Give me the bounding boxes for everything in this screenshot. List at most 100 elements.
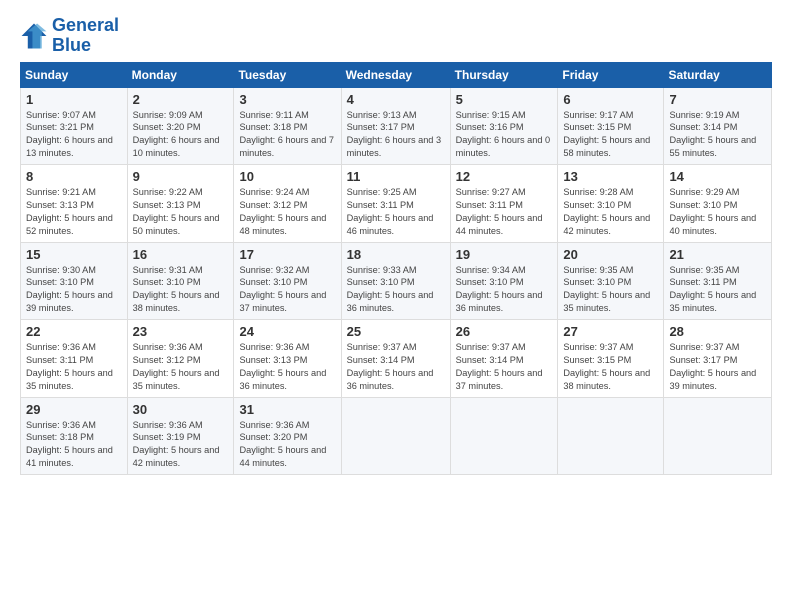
day-info: Sunrise: 9:13 AMSunset: 3:17 PMDaylight:… (347, 109, 445, 161)
day-info: Sunrise: 9:36 AMSunset: 3:11 PMDaylight:… (26, 341, 122, 393)
day-info: Sunrise: 9:36 AMSunset: 3:20 PMDaylight:… (239, 419, 335, 471)
day-cell: 25 Sunrise: 9:37 AMSunset: 3:14 PMDaylig… (341, 320, 450, 398)
day-cell: 17 Sunrise: 9:32 AMSunset: 3:10 PMDaylig… (234, 242, 341, 320)
day-info: Sunrise: 9:37 AMSunset: 3:17 PMDaylight:… (669, 341, 766, 393)
day-number: 22 (26, 324, 122, 339)
day-cell (341, 397, 450, 475)
day-number: 7 (669, 92, 766, 107)
day-info: Sunrise: 9:28 AMSunset: 3:10 PMDaylight:… (563, 186, 658, 238)
day-info: Sunrise: 9:34 AMSunset: 3:10 PMDaylight:… (456, 264, 553, 316)
day-info: Sunrise: 9:37 AMSunset: 3:15 PMDaylight:… (563, 341, 658, 393)
weekday-header-tuesday: Tuesday (234, 62, 341, 87)
day-number: 9 (133, 169, 229, 184)
day-cell: 27 Sunrise: 9:37 AMSunset: 3:15 PMDaylig… (558, 320, 664, 398)
day-info: Sunrise: 9:32 AMSunset: 3:10 PMDaylight:… (239, 264, 335, 316)
day-info: Sunrise: 9:25 AMSunset: 3:11 PMDaylight:… (347, 186, 445, 238)
day-info: Sunrise: 9:27 AMSunset: 3:11 PMDaylight:… (456, 186, 553, 238)
day-number: 26 (456, 324, 553, 339)
day-cell: 9 Sunrise: 9:22 AMSunset: 3:13 PMDayligh… (127, 165, 234, 243)
week-row-4: 22 Sunrise: 9:36 AMSunset: 3:11 PMDaylig… (21, 320, 772, 398)
header: General Blue (20, 16, 772, 56)
day-number: 25 (347, 324, 445, 339)
day-number: 8 (26, 169, 122, 184)
day-cell: 14 Sunrise: 9:29 AMSunset: 3:10 PMDaylig… (664, 165, 772, 243)
day-info: Sunrise: 9:24 AMSunset: 3:12 PMDaylight:… (239, 186, 335, 238)
day-cell: 30 Sunrise: 9:36 AMSunset: 3:19 PMDaylig… (127, 397, 234, 475)
day-info: Sunrise: 9:36 AMSunset: 3:19 PMDaylight:… (133, 419, 229, 471)
weekday-header-friday: Friday (558, 62, 664, 87)
day-number: 18 (347, 247, 445, 262)
day-number: 28 (669, 324, 766, 339)
day-cell: 2 Sunrise: 9:09 AMSunset: 3:20 PMDayligh… (127, 87, 234, 165)
day-info: Sunrise: 9:36 AMSunset: 3:13 PMDaylight:… (239, 341, 335, 393)
logo: General Blue (20, 16, 119, 56)
day-cell (558, 397, 664, 475)
day-cell: 8 Sunrise: 9:21 AMSunset: 3:13 PMDayligh… (21, 165, 128, 243)
day-number: 3 (239, 92, 335, 107)
day-number: 16 (133, 247, 229, 262)
day-cell: 7 Sunrise: 9:19 AMSunset: 3:14 PMDayligh… (664, 87, 772, 165)
weekday-header-saturday: Saturday (664, 62, 772, 87)
day-info: Sunrise: 9:29 AMSunset: 3:10 PMDaylight:… (669, 186, 766, 238)
day-info: Sunrise: 9:31 AMSunset: 3:10 PMDaylight:… (133, 264, 229, 316)
day-cell: 31 Sunrise: 9:36 AMSunset: 3:20 PMDaylig… (234, 397, 341, 475)
day-cell: 3 Sunrise: 9:11 AMSunset: 3:18 PMDayligh… (234, 87, 341, 165)
week-row-5: 29 Sunrise: 9:36 AMSunset: 3:18 PMDaylig… (21, 397, 772, 475)
day-number: 31 (239, 402, 335, 417)
page: General Blue SundayMondayTuesdayWednesda… (0, 0, 792, 485)
day-cell: 12 Sunrise: 9:27 AMSunset: 3:11 PMDaylig… (450, 165, 558, 243)
day-number: 20 (563, 247, 658, 262)
day-info: Sunrise: 9:07 AMSunset: 3:21 PMDaylight:… (26, 109, 122, 161)
day-number: 30 (133, 402, 229, 417)
day-number: 14 (669, 169, 766, 184)
day-cell: 6 Sunrise: 9:17 AMSunset: 3:15 PMDayligh… (558, 87, 664, 165)
day-info: Sunrise: 9:35 AMSunset: 3:11 PMDaylight:… (669, 264, 766, 316)
calendar-table: SundayMondayTuesdayWednesdayThursdayFrid… (20, 62, 772, 476)
day-info: Sunrise: 9:11 AMSunset: 3:18 PMDaylight:… (239, 109, 335, 161)
day-info: Sunrise: 9:19 AMSunset: 3:14 PMDaylight:… (669, 109, 766, 161)
week-row-1: 1 Sunrise: 9:07 AMSunset: 3:21 PMDayligh… (21, 87, 772, 165)
logo-text: General Blue (52, 16, 119, 56)
day-info: Sunrise: 9:22 AMSunset: 3:13 PMDaylight:… (133, 186, 229, 238)
day-cell: 13 Sunrise: 9:28 AMSunset: 3:10 PMDaylig… (558, 165, 664, 243)
day-number: 1 (26, 92, 122, 107)
day-cell: 11 Sunrise: 9:25 AMSunset: 3:11 PMDaylig… (341, 165, 450, 243)
calendar-header: SundayMondayTuesdayWednesdayThursdayFrid… (21, 62, 772, 87)
calendar-body: 1 Sunrise: 9:07 AMSunset: 3:21 PMDayligh… (21, 87, 772, 475)
day-cell: 5 Sunrise: 9:15 AMSunset: 3:16 PMDayligh… (450, 87, 558, 165)
logo-icon (20, 22, 48, 50)
day-number: 12 (456, 169, 553, 184)
day-cell (664, 397, 772, 475)
day-number: 5 (456, 92, 553, 107)
day-info: Sunrise: 9:15 AMSunset: 3:16 PMDaylight:… (456, 109, 553, 161)
day-number: 4 (347, 92, 445, 107)
day-cell: 28 Sunrise: 9:37 AMSunset: 3:17 PMDaylig… (664, 320, 772, 398)
weekday-header-wednesday: Wednesday (341, 62, 450, 87)
day-cell: 22 Sunrise: 9:36 AMSunset: 3:11 PMDaylig… (21, 320, 128, 398)
day-number: 23 (133, 324, 229, 339)
day-cell: 10 Sunrise: 9:24 AMSunset: 3:12 PMDaylig… (234, 165, 341, 243)
day-info: Sunrise: 9:37 AMSunset: 3:14 PMDaylight:… (456, 341, 553, 393)
day-cell: 1 Sunrise: 9:07 AMSunset: 3:21 PMDayligh… (21, 87, 128, 165)
day-number: 27 (563, 324, 658, 339)
day-number: 6 (563, 92, 658, 107)
day-info: Sunrise: 9:30 AMSunset: 3:10 PMDaylight:… (26, 264, 122, 316)
day-cell (450, 397, 558, 475)
day-cell: 4 Sunrise: 9:13 AMSunset: 3:17 PMDayligh… (341, 87, 450, 165)
weekday-header-thursday: Thursday (450, 62, 558, 87)
day-number: 15 (26, 247, 122, 262)
day-info: Sunrise: 9:36 AMSunset: 3:12 PMDaylight:… (133, 341, 229, 393)
day-cell: 15 Sunrise: 9:30 AMSunset: 3:10 PMDaylig… (21, 242, 128, 320)
week-row-2: 8 Sunrise: 9:21 AMSunset: 3:13 PMDayligh… (21, 165, 772, 243)
day-cell: 23 Sunrise: 9:36 AMSunset: 3:12 PMDaylig… (127, 320, 234, 398)
day-cell: 19 Sunrise: 9:34 AMSunset: 3:10 PMDaylig… (450, 242, 558, 320)
day-number: 21 (669, 247, 766, 262)
day-info: Sunrise: 9:33 AMSunset: 3:10 PMDaylight:… (347, 264, 445, 316)
day-info: Sunrise: 9:35 AMSunset: 3:10 PMDaylight:… (563, 264, 658, 316)
day-cell: 26 Sunrise: 9:37 AMSunset: 3:14 PMDaylig… (450, 320, 558, 398)
day-number: 10 (239, 169, 335, 184)
day-number: 24 (239, 324, 335, 339)
day-info: Sunrise: 9:17 AMSunset: 3:15 PMDaylight:… (563, 109, 658, 161)
day-info: Sunrise: 9:36 AMSunset: 3:18 PMDaylight:… (26, 419, 122, 471)
weekday-header-sunday: Sunday (21, 62, 128, 87)
